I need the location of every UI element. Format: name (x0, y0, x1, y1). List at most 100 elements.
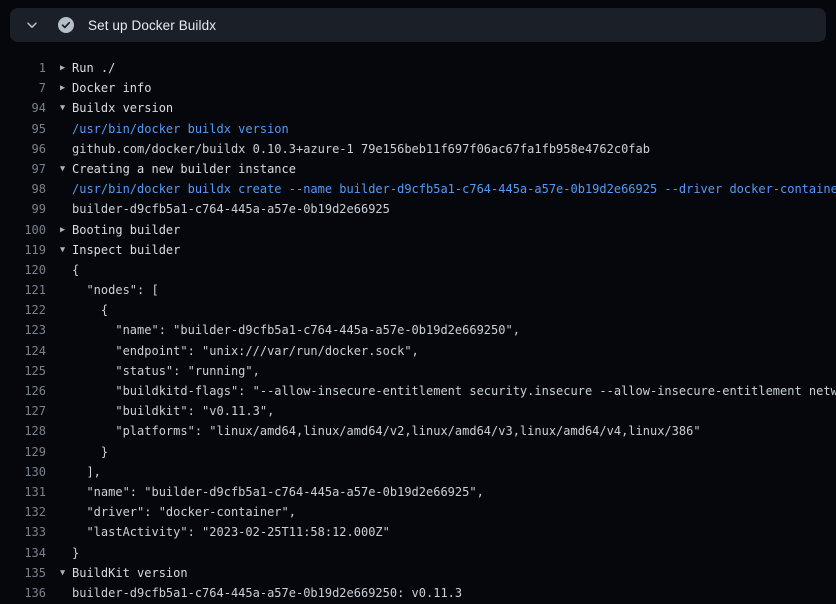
log-text: Booting builder (72, 220, 180, 240)
log-text: /usr/bin/docker buildx version (72, 119, 289, 139)
log-line: 122 { (0, 300, 836, 320)
log-line: 126 "buildkitd-flags": "--allow-insecure… (0, 381, 836, 401)
log-text: builder-d9cfb5a1-c764-445a-a57e-0b19d2e6… (72, 583, 462, 603)
log-line: 131 "name": "builder-d9cfb5a1-c764-445a-… (0, 482, 836, 502)
log-text: { (72, 260, 79, 280)
line-number[interactable]: 122 (0, 300, 46, 320)
log-group-line[interactable]: 1 ▶ Run ./ (0, 58, 836, 78)
line-number[interactable]: 124 (0, 341, 46, 361)
check-circle-icon (58, 17, 74, 33)
group-toggle-icon[interactable]: ▼ (60, 240, 72, 260)
log-line: 120 { (0, 260, 836, 280)
line-number[interactable]: 120 (0, 260, 46, 280)
group-toggle-icon (60, 583, 72, 603)
line-number[interactable]: 125 (0, 361, 46, 381)
line-number[interactable]: 134 (0, 543, 46, 563)
line-number[interactable]: 128 (0, 421, 46, 441)
log-text: Docker info (72, 78, 151, 98)
log-text: "endpoint": "unix:///var/run/docker.sock… (72, 341, 419, 361)
log-line: 121 "nodes": [ (0, 280, 836, 300)
log-line: 98 /usr/bin/docker buildx create --name … (0, 179, 836, 199)
group-toggle-icon[interactable]: ▼ (60, 98, 72, 118)
log-group-line[interactable]: 7 ▶ Docker info (0, 78, 836, 98)
line-number[interactable]: 123 (0, 320, 46, 340)
line-number[interactable]: 98 (0, 179, 46, 199)
log-text: "nodes": [ (72, 280, 159, 300)
line-number[interactable]: 127 (0, 401, 46, 421)
log-group-line[interactable]: 119 ▼ Inspect builder (0, 240, 836, 260)
chevron-down-icon[interactable] (24, 17, 40, 33)
log-group-line[interactable]: 97 ▼ Creating a new builder instance (0, 159, 836, 179)
log-line: 136 builder-d9cfb5a1-c764-445a-a57e-0b19… (0, 583, 836, 603)
log-text: BuildKit version (72, 563, 188, 583)
log-group-line[interactable]: 94 ▼ Buildx version (0, 98, 836, 118)
group-toggle-icon (60, 462, 72, 482)
group-toggle-icon[interactable]: ▼ (60, 159, 72, 179)
log-text: Creating a new builder instance (72, 159, 296, 179)
line-number[interactable]: 99 (0, 199, 46, 219)
log-text: "driver": "docker-container", (72, 502, 296, 522)
log-text: ], (72, 462, 101, 482)
step-title: Set up Docker Buildx (88, 18, 216, 33)
log-text: { (72, 300, 108, 320)
line-number[interactable]: 7 (0, 78, 46, 98)
line-number[interactable]: 132 (0, 502, 46, 522)
line-number[interactable]: 96 (0, 139, 46, 159)
line-number[interactable]: 95 (0, 119, 46, 139)
group-toggle-icon (60, 361, 72, 381)
log-text: github.com/docker/buildx 0.10.3+azure-1 … (72, 139, 650, 159)
group-toggle-icon[interactable]: ▼ (60, 563, 72, 583)
group-toggle-icon (60, 320, 72, 340)
log-text: "lastActivity": "2023-02-25T11:58:12.000… (72, 522, 390, 542)
log-group-line[interactable]: 100 ▶ Booting builder (0, 220, 836, 240)
group-toggle-icon[interactable]: ▶ (60, 58, 72, 78)
line-number[interactable]: 130 (0, 462, 46, 482)
line-number[interactable]: 119 (0, 240, 46, 260)
group-toggle-icon (60, 300, 72, 320)
log-text: } (72, 442, 108, 462)
log-line: 123 "name": "builder-d9cfb5a1-c764-445a-… (0, 320, 836, 340)
log-text: "buildkit": "v0.11.3", (72, 401, 274, 421)
group-toggle-icon[interactable]: ▶ (60, 220, 72, 240)
log-text: Inspect builder (72, 240, 180, 260)
log-line: 99 builder-d9cfb5a1-c764-445a-a57e-0b19d… (0, 199, 836, 219)
group-toggle-icon (60, 139, 72, 159)
line-number[interactable]: 133 (0, 522, 46, 542)
group-toggle-icon (60, 442, 72, 462)
log-group-line[interactable]: 135 ▼ BuildKit version (0, 563, 836, 583)
log-line: 124 "endpoint": "unix:///var/run/docker.… (0, 341, 836, 361)
group-toggle-icon (60, 482, 72, 502)
log-viewer: 1 ▶ Run ./ 7 ▶ Docker info 94 ▼ Buildx v… (0, 42, 836, 603)
log-line: 95 /usr/bin/docker buildx version (0, 119, 836, 139)
line-number[interactable]: 97 (0, 159, 46, 179)
log-line: 134 } (0, 543, 836, 563)
log-text: Run ./ (72, 58, 115, 78)
line-number[interactable]: 126 (0, 381, 46, 401)
log-text: builder-d9cfb5a1-c764-445a-a57e-0b19d2e6… (72, 199, 390, 219)
group-toggle-icon (60, 119, 72, 139)
group-toggle-icon (60, 543, 72, 563)
log-text: } (72, 543, 79, 563)
group-toggle-icon (60, 381, 72, 401)
line-number[interactable]: 136 (0, 583, 46, 603)
log-line: 130 ], (0, 462, 836, 482)
line-number[interactable]: 100 (0, 220, 46, 240)
log-text: "name": "builder-d9cfb5a1-c764-445a-a57e… (72, 482, 484, 502)
log-text: "status": "running", (72, 361, 260, 381)
group-toggle-icon (60, 522, 72, 542)
group-toggle-icon (60, 502, 72, 522)
line-number[interactable]: 94 (0, 98, 46, 118)
step-header[interactable]: Set up Docker Buildx (10, 8, 826, 42)
group-toggle-icon (60, 401, 72, 421)
group-toggle-icon[interactable]: ▶ (60, 78, 72, 98)
group-toggle-icon (60, 341, 72, 361)
line-number[interactable]: 121 (0, 280, 46, 300)
line-number[interactable]: 1 (0, 58, 46, 78)
log-text: Buildx version (72, 98, 173, 118)
log-line: 132 "driver": "docker-container", (0, 502, 836, 522)
line-number[interactable]: 129 (0, 442, 46, 462)
line-number[interactable]: 131 (0, 482, 46, 502)
log-line: 129 } (0, 442, 836, 462)
log-line: 128 "platforms": "linux/amd64,linux/amd6… (0, 421, 836, 441)
line-number[interactable]: 135 (0, 563, 46, 583)
